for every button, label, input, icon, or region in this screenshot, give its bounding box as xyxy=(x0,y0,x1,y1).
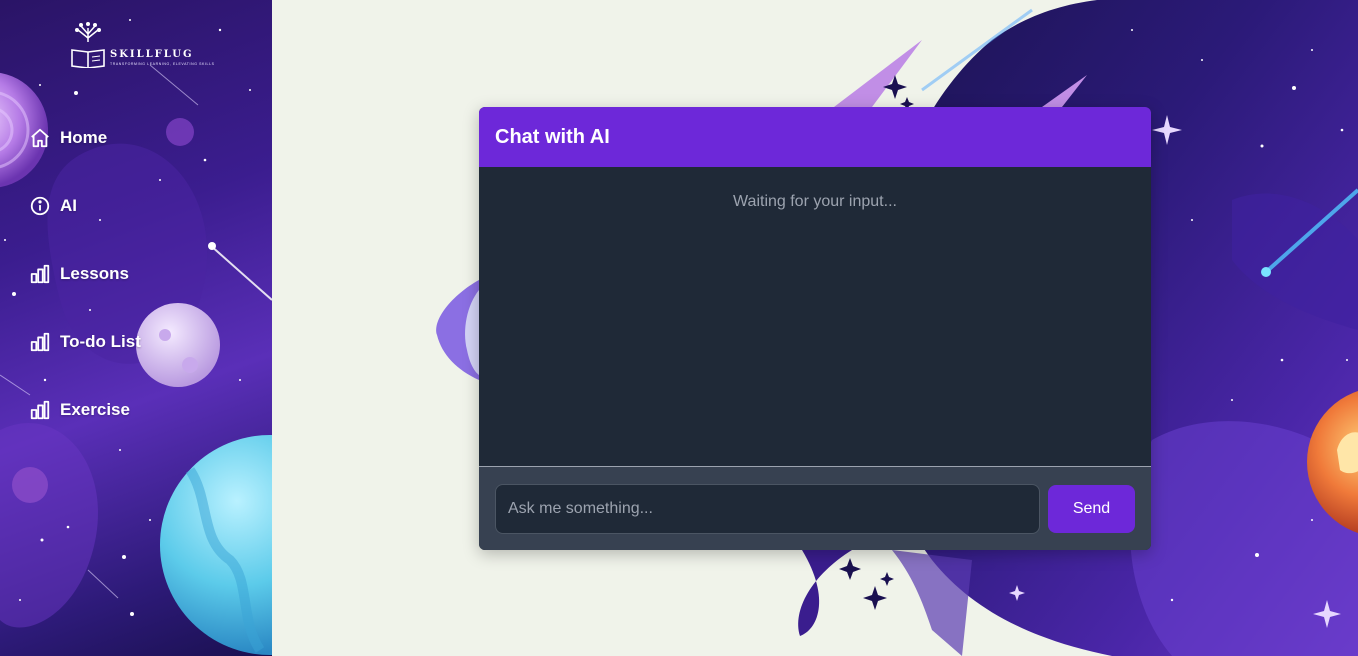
bar-chart-icon xyxy=(28,262,52,286)
sidebar-item-label: Lessons xyxy=(60,264,129,283)
logo-tree-book-icon xyxy=(71,22,105,69)
sidebar-item-lessons[interactable]: Lessons xyxy=(28,254,141,294)
send-button[interactable]: Send xyxy=(1048,484,1135,533)
info-icon xyxy=(28,194,52,218)
chat-status-text: Waiting for your input... xyxy=(733,193,897,210)
brand-tagline: TRANSFORMING LEARNING, ELEVATING SKILLS xyxy=(110,62,215,66)
sidebar-item-label: To-do List xyxy=(60,332,141,351)
bar-chart-icon xyxy=(28,330,52,354)
sidebar-item-exercise[interactable]: Exercise xyxy=(28,390,141,430)
brand-name: SKILLFLUG xyxy=(110,49,194,60)
bar-chart-icon xyxy=(28,398,52,422)
sidebar-nav: Home AI Lessons To-do List Exercise xyxy=(28,118,141,458)
chat-messages-area[interactable]: Waiting for your input... xyxy=(479,167,1151,467)
sidebar-item-label: Exercise xyxy=(60,400,130,419)
chat-input-bar: Send xyxy=(479,467,1151,550)
chat-header: Chat with AI xyxy=(479,107,1151,167)
sidebar-item-label: Home xyxy=(60,128,108,147)
chat-panel: Chat with AI Waiting for your input... S… xyxy=(479,107,1151,550)
chat-title: Chat with AI xyxy=(495,125,610,148)
sidebar-item-home[interactable]: Home xyxy=(28,118,141,158)
skillflug-logo[interactable]: SKILLFLUG TRANSFORMING LEARNING, ELEVATI… xyxy=(68,20,214,70)
chat-message-input[interactable] xyxy=(495,483,1040,534)
sidebar: SKILLFLUG TRANSFORMING LEARNING, ELEVATI… xyxy=(0,0,272,656)
home-icon xyxy=(28,126,52,150)
sidebar-item-todo-list[interactable]: To-do List xyxy=(28,322,141,362)
sidebar-item-ai[interactable]: AI xyxy=(28,186,141,226)
sidebar-item-label: AI xyxy=(60,196,77,215)
